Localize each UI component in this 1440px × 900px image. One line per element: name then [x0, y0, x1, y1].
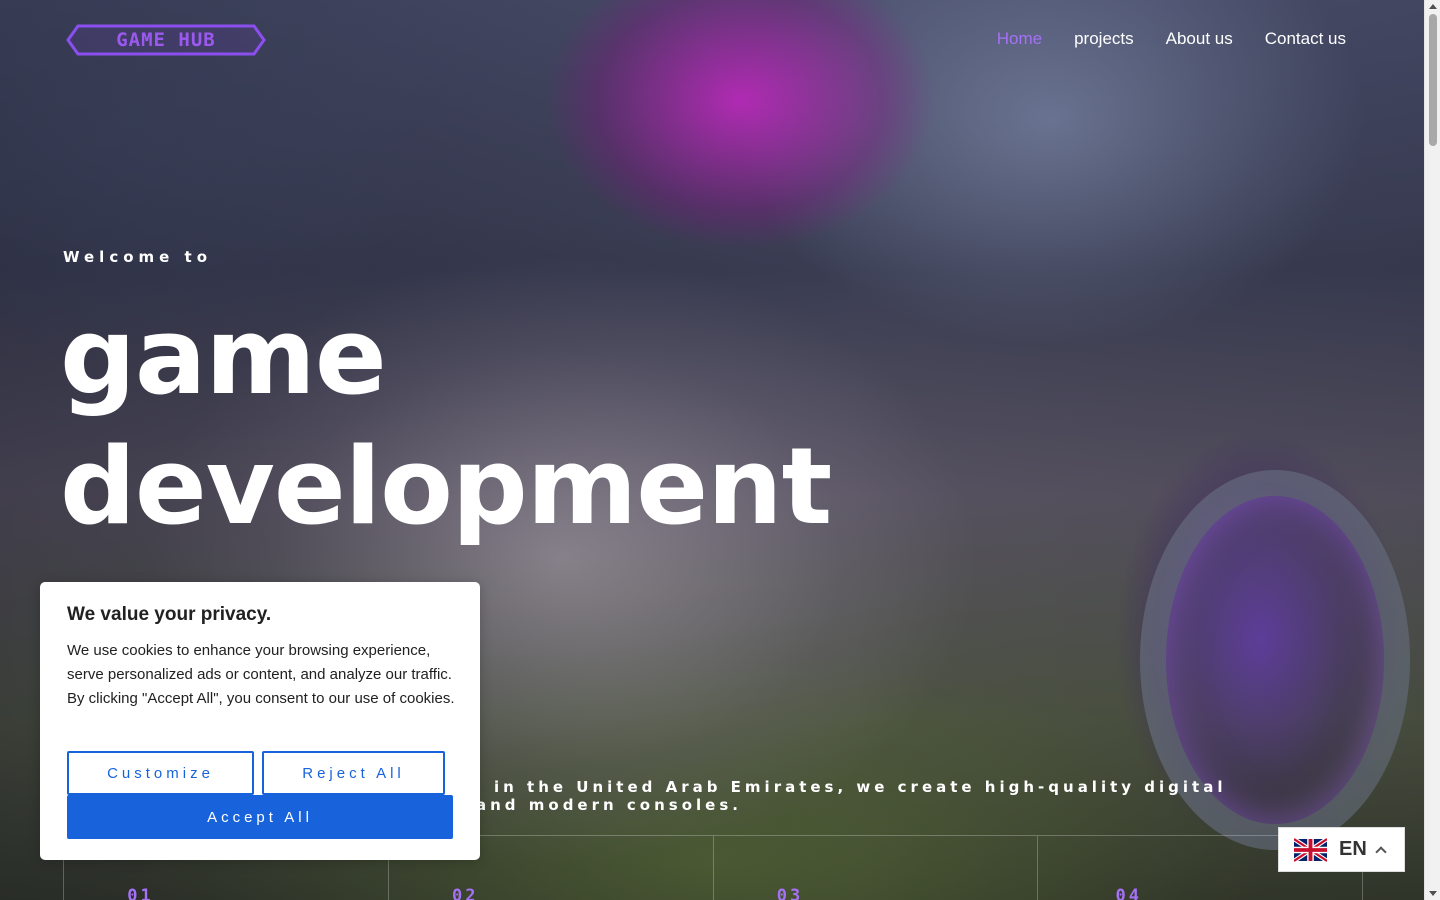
nav-item-contact-us[interactable]: Contact us: [1265, 29, 1346, 49]
hero-welcome-text: Welcome to: [63, 248, 213, 266]
main-nav: Home projects About us Contact us: [997, 29, 1346, 49]
cookie-title: We value your privacy.: [67, 604, 272, 625]
page-scrollbar[interactable]: [1424, 0, 1440, 900]
feature-number: _04: [1102, 886, 1142, 900]
chevron-up-icon: [1375, 846, 1387, 858]
logo-text: GAME HUB: [116, 29, 216, 51]
scroll-up-arrow-icon[interactable]: [1429, 4, 1437, 9]
scroll-down-arrow-icon[interactable]: [1429, 891, 1437, 896]
nav-item-projects[interactable]: projects: [1074, 29, 1134, 49]
language-switcher[interactable]: EN: [1278, 827, 1405, 872]
headline-line-2: development: [60, 425, 832, 548]
headline-line-1: game: [60, 295, 387, 418]
hero-headline: game development: [60, 292, 832, 552]
scroll-thumb[interactable]: [1429, 14, 1437, 146]
customize-button[interactable]: Customize: [67, 751, 254, 795]
accept-all-button[interactable]: Accept All: [67, 795, 453, 839]
cookie-consent-banner: We value your privacy. We use cookies to…: [40, 582, 480, 860]
uk-flag-icon: [1294, 836, 1327, 863]
feature-number: _01: [114, 886, 154, 900]
feature-number: _02: [438, 886, 479, 900]
site-logo[interactable]: GAME HUB: [66, 24, 266, 56]
feature-cell: _03: [712, 836, 1038, 900]
nav-item-home[interactable]: Home: [997, 29, 1042, 49]
cookie-description: We use cookies to enhance your browsing …: [67, 642, 455, 707]
reject-all-button[interactable]: Reject All: [262, 751, 445, 795]
language-code: EN: [1339, 838, 1367, 860]
feature-number: _03: [763, 886, 804, 900]
nav-item-about-us[interactable]: About us: [1166, 29, 1233, 49]
